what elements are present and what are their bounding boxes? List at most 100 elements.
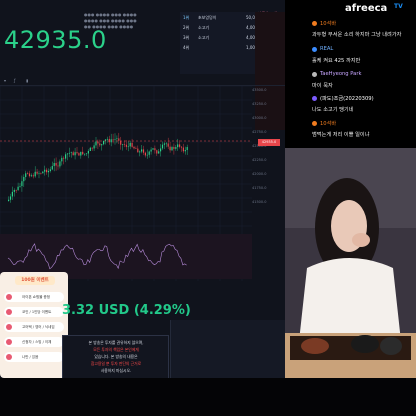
candle-body	[127, 146, 129, 148]
candle-body	[163, 143, 165, 145]
candle-type-icon[interactable]: ▮	[26, 78, 28, 83]
event-item[interactable]: 아이폰 쇼핑몰 증정	[4, 292, 64, 302]
candle-body	[59, 161, 61, 167]
candle-body	[129, 142, 131, 147]
candle-body	[156, 150, 158, 154]
candle-body	[108, 138, 110, 143]
chat-username[interactable]: (파도)조금(20220309)	[320, 95, 374, 102]
candle-body	[158, 151, 160, 154]
axis-tick: 43500.0	[252, 88, 267, 92]
candle-body	[125, 144, 127, 147]
candle-body	[8, 199, 10, 201]
candle-body	[103, 140, 105, 145]
candle-body	[144, 152, 146, 156]
candle-body	[84, 153, 86, 155]
chat-username[interactable]: 10석바	[320, 120, 336, 127]
bottom-bar	[0, 378, 416, 416]
candle-body	[70, 152, 72, 153]
event-item[interactable]: 신청자 / 스밍 / 이체	[4, 337, 64, 347]
axis-tick: 42250.0	[252, 158, 267, 162]
user-badge-icon	[312, 72, 317, 77]
candle-body	[51, 166, 53, 170]
user-badge-icon	[312, 96, 317, 101]
afreeca-logo: afreeca	[345, 3, 388, 14]
candle-body	[66, 153, 69, 155]
candle-body	[131, 142, 133, 147]
heart-icon	[6, 339, 12, 345]
event-item[interactable]: 고어텍 / 영어 / 닉네임	[4, 322, 64, 332]
chat-username[interactable]: TaeHyeong Park	[320, 71, 361, 77]
candle-body	[74, 152, 76, 156]
candle-body	[141, 149, 143, 152]
ranking-name: 초보엉덩이	[198, 15, 217, 20]
indicator-icon[interactable]: ƒ	[14, 78, 15, 83]
heart-icon	[6, 324, 12, 330]
event-title: 100원 이벤트	[15, 276, 55, 285]
ranking-rank: 2위	[183, 25, 190, 30]
price-chart	[0, 86, 252, 281]
streamer-camera-image	[285, 148, 416, 378]
notice-line: 모든 투자의 책임은 본인에게	[93, 347, 139, 352]
notice-line: 참고용일 뿐 투자 판단의 근거로	[90, 361, 142, 366]
user-badge-icon	[312, 121, 317, 126]
heart-icon	[6, 294, 12, 300]
candle-body	[47, 170, 50, 173]
event-item[interactable]: 나만 / 있음	[4, 352, 64, 362]
candle-body	[27, 173, 29, 174]
candle-body	[177, 144, 179, 148]
chat-username[interactable]: REAL	[320, 46, 333, 52]
candle-body	[95, 141, 97, 146]
candle-body	[49, 169, 51, 171]
candlesticks	[8, 132, 188, 203]
event-item-label: 고어텍 / 영어 / 닉네임	[22, 325, 55, 329]
candle-body	[78, 153, 80, 156]
candle-body	[9, 196, 12, 200]
candle-body	[72, 152, 74, 156]
chat-message: 범먹는게 저리 이쁠 일이냐	[312, 132, 370, 138]
candle-body	[13, 189, 15, 192]
candle-body	[180, 146, 183, 148]
candle-body	[82, 151, 84, 155]
candle-body	[68, 152, 70, 154]
event-item-label: 아이폰 쇼핑몰 증정	[22, 295, 50, 299]
chat-username[interactable]: 10석바	[320, 20, 336, 27]
candle-body	[61, 157, 63, 162]
notice-line: 사용하지 마십시오.	[100, 368, 132, 373]
price-axis: 43500.0 43250.0 43000.0 42750.0 42500.0 …	[252, 88, 282, 214]
disclaimer-notice: 본 방송은 투자를 권유하지 않으며, 모든 투자의 책임은 본인에게 있습니다…	[62, 335, 169, 380]
candle-body	[44, 169, 46, 172]
event-item[interactable]: 코인 / 1인당 이벤트	[4, 307, 64, 317]
candle-body	[23, 176, 25, 182]
candle-body	[34, 171, 36, 177]
event-item-label: 코인 / 1인당 이벤트	[22, 310, 52, 314]
candle-body	[133, 146, 135, 149]
candle-body	[99, 143, 101, 146]
candle-body	[17, 186, 19, 191]
chat-message: 과두형 무서운 소리 하지마 그냥 내려가자	[312, 32, 402, 38]
candle-body	[28, 173, 31, 177]
candle-body	[32, 175, 34, 177]
candle-body	[80, 151, 82, 156]
candle-body	[184, 150, 186, 152]
candle-body	[118, 138, 120, 141]
afreeca-tv-logo: TV	[394, 3, 403, 10]
candle-body	[46, 169, 48, 173]
candle-body	[171, 147, 173, 151]
order-panel	[170, 320, 286, 378]
ranking-rank: 3위	[183, 35, 190, 40]
candle-body	[63, 157, 65, 159]
candle-body	[169, 146, 171, 151]
candle-body	[112, 139, 114, 140]
candle-body	[57, 165, 59, 167]
ticker-price: 42935.0	[4, 26, 107, 54]
candle-body	[25, 173, 27, 177]
candle-body	[110, 139, 112, 143]
chat-message: 나도 소고기 땡기네	[312, 107, 354, 113]
timeframe-selector[interactable]: ▾	[4, 78, 6, 83]
axis-tick: 43000.0	[252, 116, 267, 120]
candle-body	[122, 144, 124, 145]
candle-body	[19, 186, 21, 187]
candle-body	[89, 147, 91, 151]
ranking-name: 소고기	[198, 35, 210, 40]
candle-body	[93, 145, 95, 149]
